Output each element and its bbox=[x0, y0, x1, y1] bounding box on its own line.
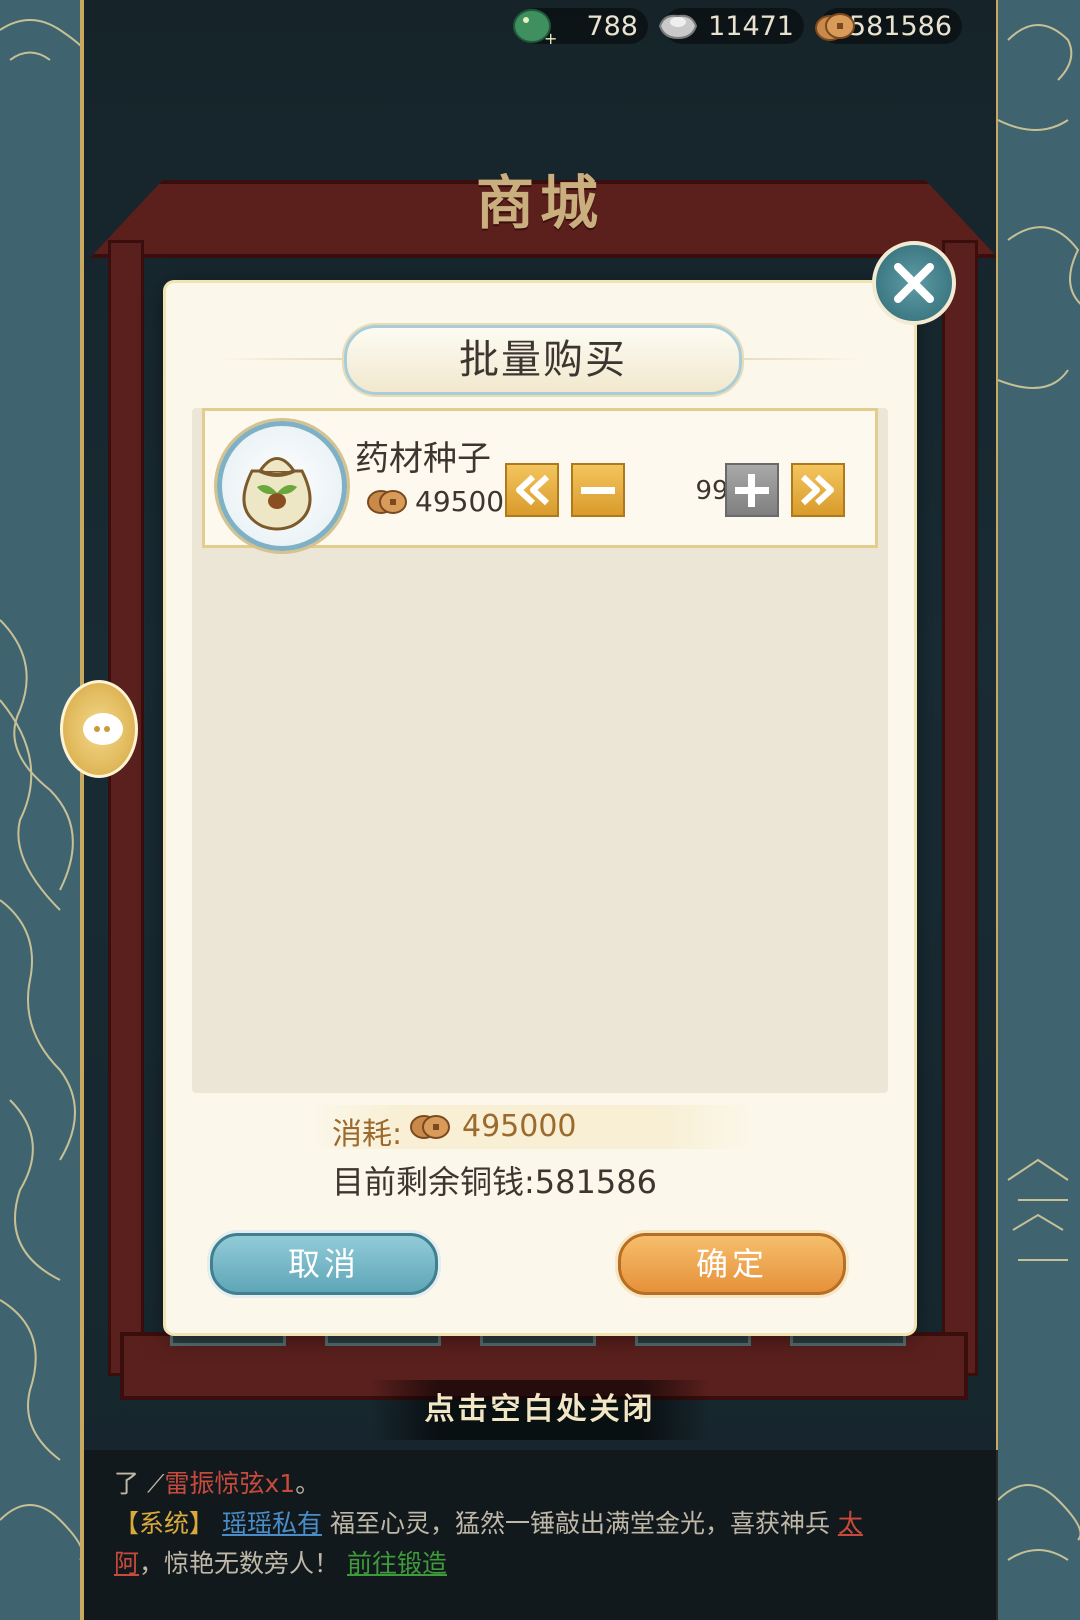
dialog-title: 批量购买 bbox=[459, 337, 627, 383]
shop-pillar-right bbox=[942, 240, 978, 1376]
cancel-button[interactable]: 取消 bbox=[210, 1233, 438, 1295]
remaining-copper: 目前剩余铜钱:581586 bbox=[332, 1157, 657, 1203]
bulk-purchase-dialog: 批量购买 药材种子 495000 99 消耗: 495000 目前剩余铜钱:58… bbox=[166, 241, 956, 1333]
left-decorative-border bbox=[0, 0, 84, 1620]
remaining-value: 581586 bbox=[534, 1163, 657, 1201]
cloud-pattern-icon bbox=[0, 19, 84, 1561]
chat-weapon-link[interactable]: 太 bbox=[838, 1509, 863, 1538]
silver-amount: 11471 bbox=[708, 10, 794, 42]
copper-currency: 581586 bbox=[815, 8, 962, 44]
cost-label: 消耗: bbox=[332, 1117, 403, 1152]
copper-coin-icon bbox=[410, 1115, 450, 1139]
chat-item-name: 雷振惊弦x1 bbox=[164, 1469, 296, 1498]
chat-line: 【系统】 瑶瑶私有 福至心灵，猛然一锤敲出满堂金光，喜获神兵 太 bbox=[114, 1504, 863, 1540]
minus-icon bbox=[581, 487, 615, 494]
double-chevron-right-icon bbox=[800, 474, 834, 506]
chat-text: 。 bbox=[295, 1469, 321, 1498]
side-chat-bubble-button[interactable] bbox=[60, 680, 138, 778]
copper-coin-icon bbox=[815, 13, 855, 41]
remaining-label: 目前剩余铜钱: bbox=[332, 1163, 535, 1201]
chat-player-link[interactable]: 瑶瑶私有 bbox=[222, 1509, 322, 1538]
silver-ingot-icon bbox=[658, 14, 698, 40]
close-button[interactable] bbox=[872, 241, 956, 325]
chat-message: 福至心灵，猛然一锤敲出满堂金光，喜获神兵 bbox=[329, 1509, 830, 1538]
silver-currency: 11471 bbox=[658, 8, 804, 44]
increase-button[interactable] bbox=[725, 463, 779, 517]
close-icon bbox=[894, 263, 934, 303]
shop-title: 商城 bbox=[475, 169, 604, 237]
double-chevron-left-icon bbox=[516, 474, 550, 506]
speech-bubble-icon bbox=[83, 713, 123, 745]
tap-to-close-hint[interactable]: 点击空白处关闭 bbox=[370, 1380, 710, 1440]
jade-currency: + 788 bbox=[513, 8, 648, 48]
confirm-button[interactable]: 确定 bbox=[618, 1233, 846, 1295]
jade-amount: 788 bbox=[586, 10, 638, 42]
item-icon bbox=[217, 421, 347, 551]
chat-text: 了 bbox=[114, 1469, 140, 1498]
dialog-title-plate: 批量购买 bbox=[344, 325, 742, 395]
decrease-max-button[interactable] bbox=[505, 463, 559, 517]
sword-icon: ⟋ bbox=[146, 1469, 165, 1498]
chat-system-tag: 【系统】 bbox=[114, 1509, 215, 1538]
right-decorative-border bbox=[998, 0, 1080, 1620]
cost-row: 消耗: 495000 bbox=[312, 1105, 752, 1152]
item-row: 药材种子 495000 bbox=[202, 408, 878, 551]
plus-icon bbox=[735, 474, 769, 507]
chat-line: 阿，惊艳无数旁人！ 前往锻造 bbox=[114, 1544, 447, 1580]
chat-message: ，惊艳无数旁人！ bbox=[139, 1549, 340, 1578]
chat-panel: 了 ⟋雷振惊弦x1。 【系统】 瑶瑶私有 福至心灵，猛然一锤敲出满堂金光，喜获神… bbox=[84, 1450, 998, 1620]
cost-value: 495000 bbox=[462, 1109, 577, 1144]
copper-coin-icon bbox=[367, 490, 407, 514]
cloud-pattern-icon bbox=[998, 24, 1080, 1561]
item-list-panel: 药材种子 495000 bbox=[192, 408, 888, 1093]
decrease-button[interactable] bbox=[571, 463, 625, 517]
svg-text:+: + bbox=[544, 29, 556, 48]
jade-fish-icon: + bbox=[513, 9, 556, 48]
shop-pillar-left bbox=[108, 240, 144, 1376]
chat-weapon-link[interactable]: 阿 bbox=[114, 1549, 139, 1578]
chat-line: 了 ⟋雷振惊弦x1。 bbox=[114, 1464, 320, 1500]
copper-amount: 581586 bbox=[848, 10, 952, 42]
increase-max-button[interactable] bbox=[791, 463, 845, 517]
seed-bag-icon bbox=[242, 457, 312, 531]
chat-forge-link[interactable]: 前往锻造 bbox=[347, 1549, 447, 1578]
item-name: 药材种子 bbox=[355, 439, 491, 479]
